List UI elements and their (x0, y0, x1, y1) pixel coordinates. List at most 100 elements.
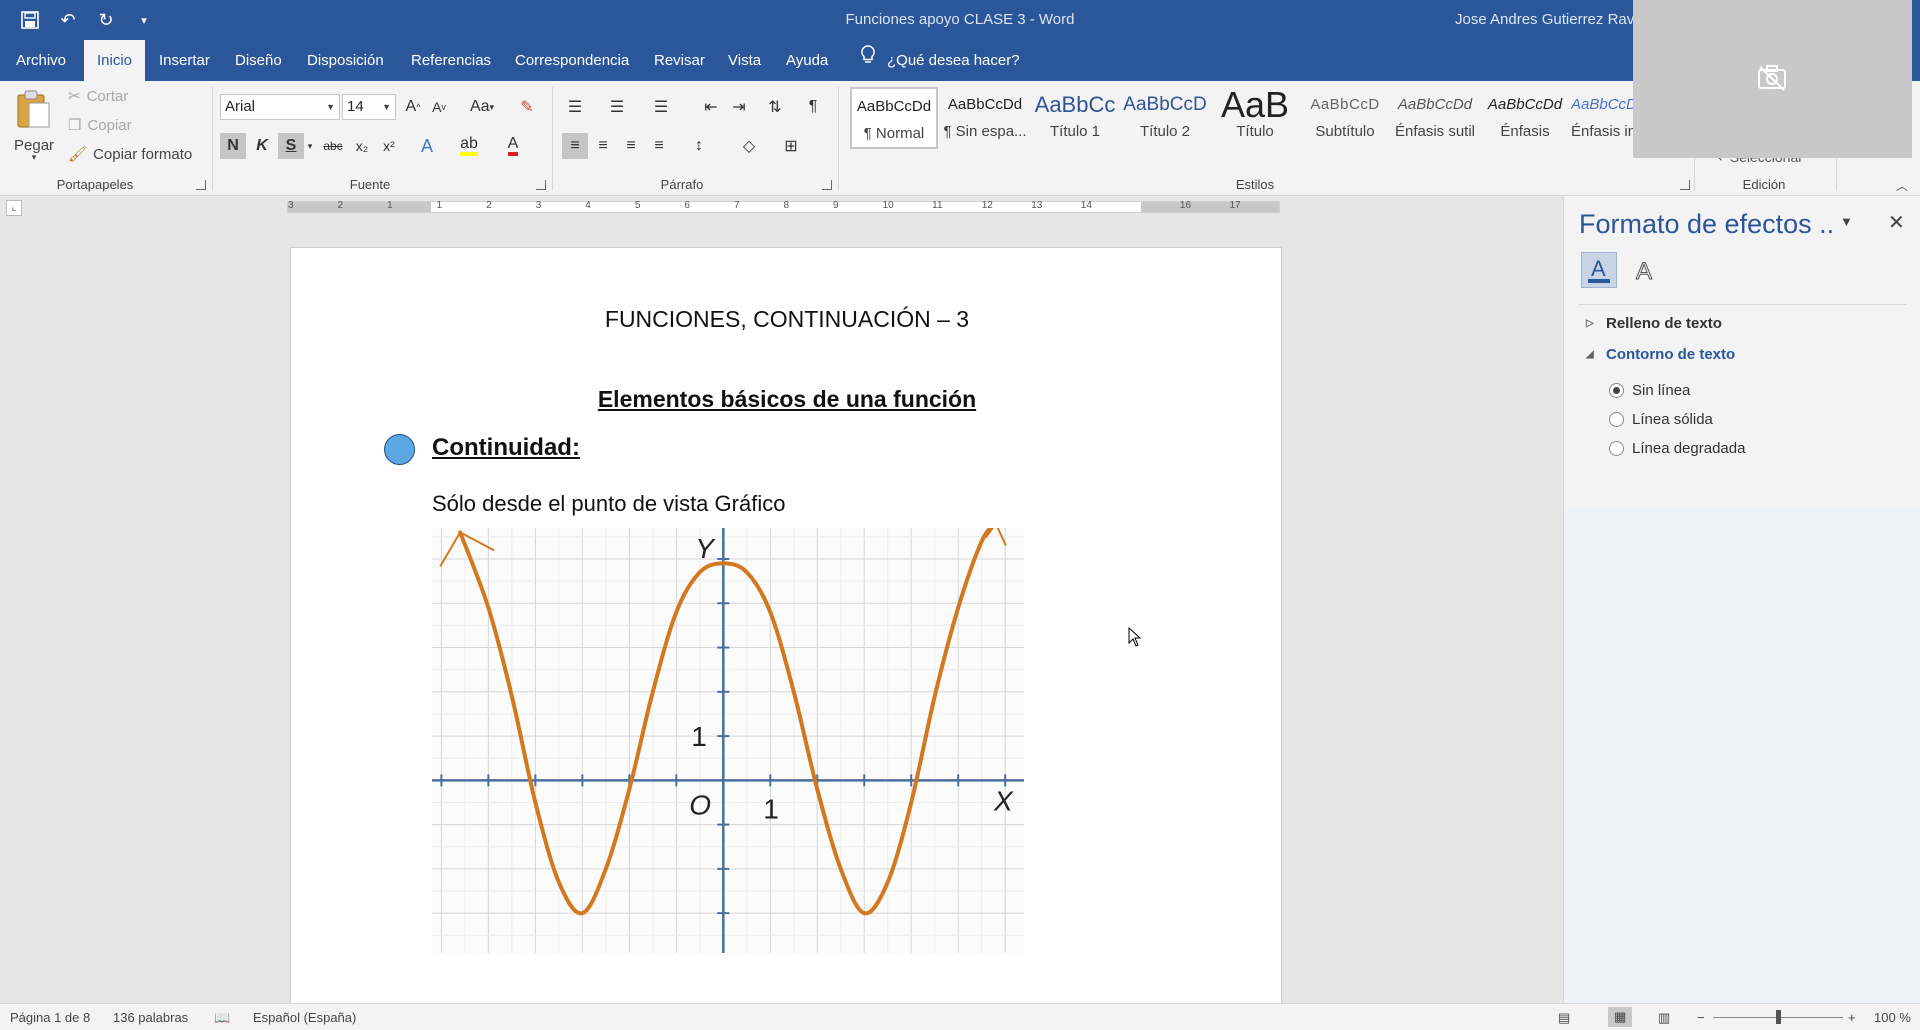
style-preview: AaBbCcDd (1397, 96, 1473, 113)
style-emphasis[interactable]: AaBbCcDd Énfasis (1481, 87, 1569, 149)
section-contorno-de-texto[interactable]: ◢ Contorno de texto (1586, 346, 1735, 363)
font-color-icon[interactable]: A (500, 133, 526, 159)
numbering-icon[interactable]: ☰ (604, 94, 630, 120)
style-normal[interactable]: AaBbCcDd ¶ Normal (850, 87, 938, 149)
body-paragraph: Sólo desde el punto de vista Gráfico (432, 491, 786, 516)
bold-button[interactable]: N (220, 133, 246, 159)
styles-launcher-icon[interactable] (1680, 180, 1690, 190)
horizontal-ruler[interactable]: 3 2 1 1 2 3 4 5 6 7 8 9 10 11 12 13 14 16 17 (287, 200, 1280, 213)
collapse-ribbon-icon[interactable]: ︿ (1896, 177, 1908, 194)
tab-correspondencia[interactable]: Correspondencia (502, 40, 642, 81)
justify-icon[interactable]: ≡ (646, 133, 672, 159)
read-mode-icon[interactable]: ▤ (1558, 1010, 1570, 1026)
user-name[interactable]: Jose Andres Gutierrez Rave (1455, 11, 1643, 28)
radio-linea-solida[interactable]: Línea sólida (1609, 411, 1713, 428)
tab-disposicion[interactable]: Disposición (294, 40, 397, 81)
tab-selector-icon[interactable]: ⌞ (6, 200, 22, 216)
style-title[interactable]: AaB Título (1211, 87, 1299, 149)
copy-button[interactable]: ❐ Copiar (68, 116, 132, 135)
zoom-level[interactable]: 100 % (1874, 1010, 1911, 1025)
align-right-icon[interactable]: ≡ (618, 133, 644, 159)
show-formatting-icon[interactable]: ¶ (800, 94, 826, 120)
shrink-font-icon[interactable]: Av (426, 94, 452, 120)
tab-referencias[interactable]: Referencias (398, 40, 504, 81)
text-effects-icon[interactable]: A (414, 133, 440, 159)
subscript-button[interactable]: x₂ (349, 133, 375, 159)
tab-inicio[interactable]: Inicio (84, 40, 146, 81)
page-count[interactable]: Página 1 de 8 (10, 1010, 90, 1025)
multilevel-list-icon[interactable]: ☰ (648, 94, 674, 120)
ruler-number: 9 (833, 200, 839, 211)
underline-dropdown-icon[interactable]: ▾ (303, 133, 317, 159)
borders-icon[interactable]: ⊞ (778, 133, 804, 159)
close-icon[interactable]: ✕ (1888, 210, 1905, 235)
x-axis-label: X (993, 785, 1014, 816)
paste-dropdown-icon[interactable]: ▾ (32, 152, 37, 163)
cut-button[interactable]: ✂ Cortar (68, 87, 129, 106)
tab-archivo[interactable]: Archivo (3, 40, 79, 81)
style-intense-emphasis[interactable]: AaBbCcDd Énfasis in (1571, 87, 1633, 149)
chevron-down-icon: ▼ (326, 102, 335, 112)
radio-linea-degradada[interactable]: Línea degradada (1609, 440, 1745, 457)
clear-formatting-icon[interactable]: ✎ (514, 94, 540, 120)
text-effects-tab-icon[interactable]: A (1630, 255, 1660, 286)
font-size-combo[interactable]: 14 ▼ (342, 94, 396, 120)
language[interactable]: Español (España) (253, 1010, 356, 1025)
italic-button[interactable]: K (249, 133, 275, 159)
grow-font-icon[interactable]: A ^ (400, 94, 426, 120)
change-case-button[interactable]: Aa ▾ (464, 94, 500, 120)
format-painter-button[interactable]: 🖌 Copiar formato (68, 145, 192, 164)
section-relleno-de-texto[interactable]: ▷ Relleno de texto (1586, 315, 1722, 332)
style-subtle-emphasis[interactable]: AaBbCcDd Énfasis sutil (1391, 87, 1479, 149)
tab-revisar[interactable]: Revisar (641, 40, 718, 81)
document-page[interactable]: FUNCIONES, CONTINUACIÓN – 3 Elementos bá… (290, 247, 1282, 1003)
proofing-icon[interactable]: 📖 (214, 1010, 230, 1026)
text-fill-outline-tab-icon[interactable]: A (1581, 252, 1617, 288)
decrease-indent-icon[interactable]: ⇤ (698, 94, 724, 120)
superscript-button[interactable]: x² (376, 133, 402, 159)
style-name: Título (1236, 123, 1274, 140)
zoom-slider-thumb[interactable] (1776, 1010, 1781, 1024)
bullets-icon[interactable]: ☰ (562, 94, 588, 120)
style-no-spacing[interactable]: AaBbCcDd ¶ Sin espa... (941, 87, 1029, 149)
align-left-icon[interactable]: ≡ (562, 133, 588, 159)
origin-label: O (689, 789, 711, 820)
web-layout-icon[interactable]: ▥ (1658, 1010, 1670, 1026)
shading-icon[interactable]: ◇ (736, 133, 762, 159)
style-name: Subtítulo (1315, 123, 1375, 140)
cut-label: Cortar (86, 87, 129, 105)
increase-indent-icon[interactable]: ⇥ (726, 94, 752, 120)
highlight-icon[interactable]: ab (456, 133, 482, 159)
tab-vista[interactable]: Vista (715, 40, 774, 81)
tab-diseno[interactable]: Diseño (222, 40, 295, 81)
divider (212, 87, 213, 191)
y-axis-label: Y (695, 533, 716, 564)
tab-ayuda[interactable]: Ayuda (773, 40, 841, 81)
function-graph-image[interactable]: Y X O 1 1 (432, 521, 1024, 953)
document-area[interactable]: FUNCIONES, CONTINUACIÓN – 3 Elementos bá… (0, 218, 1563, 1003)
font-launcher-icon[interactable] (536, 180, 546, 190)
clipboard-group-label: Portapapeles (56, 177, 134, 192)
print-layout-icon[interactable]: ▦ (1608, 1007, 1633, 1027)
zoom-in-icon[interactable]: + (1848, 1010, 1856, 1025)
underline-button[interactable]: S (278, 133, 304, 159)
tab-insertar[interactable]: Insertar (146, 40, 223, 81)
pane-options-dropdown-icon[interactable]: ▼ (1840, 214, 1853, 229)
strikethrough-button[interactable]: abc (320, 133, 346, 159)
align-center-icon[interactable]: ≡ (590, 133, 616, 159)
style-heading-1[interactable]: AaBbCc Título 1 (1031, 87, 1119, 149)
radio-sin-linea[interactable]: Sin línea (1609, 382, 1690, 399)
tell-me-box[interactable]: ¿Qué desea hacer? (848, 40, 1033, 81)
paste-button[interactable]: Pegar ▾ (14, 89, 54, 163)
svg-text:A: A (1591, 256, 1606, 281)
font-name-combo[interactable]: Arial ▼ (220, 94, 340, 120)
style-subtitle[interactable]: AaBbCcD Subtítulo (1301, 87, 1389, 149)
line-spacing-icon[interactable]: ↕ (686, 133, 712, 159)
paragraph-launcher-icon[interactable] (822, 180, 832, 190)
clipboard-launcher-icon[interactable] (196, 180, 206, 190)
zoom-out-icon[interactable]: − (1697, 1010, 1705, 1025)
word-count[interactable]: 136 palabras (113, 1010, 188, 1025)
style-heading-2[interactable]: AaBbCcD Título 2 (1121, 87, 1209, 149)
ruler-number: 7 (733, 200, 740, 211)
sort-icon[interactable]: ⇅ (762, 94, 788, 120)
